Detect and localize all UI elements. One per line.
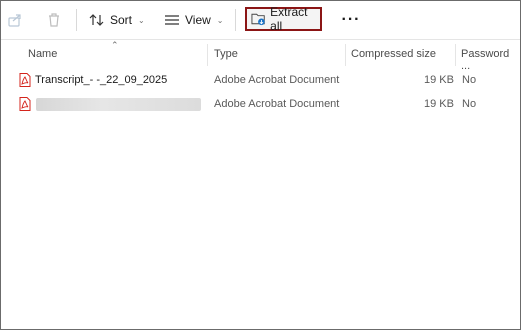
sort-icon [89,14,104,26]
view-icon [165,15,179,25]
toolbar-separator [235,9,236,31]
view-label: View [185,13,211,27]
chevron-down-icon: ⌄ [138,15,145,25]
file-password: No [462,74,477,86]
file-name: Transcript_- -_22_09_2025 [35,74,168,86]
extract-folder-icon [251,13,265,26]
more-icon: ··· [341,11,361,28]
column-type[interactable]: Type [214,48,238,60]
redacted-file-name [36,98,201,111]
file-type: Adobe Acrobat Document [214,74,340,86]
file-size: 19 KB [424,98,454,110]
file-password: No [462,98,477,110]
file-type: Adobe Acrobat Document [214,98,340,110]
file-size: 19 KB [424,74,454,86]
pdf-file-icon [19,73,31,87]
more-options-button[interactable]: ··· [341,11,361,29]
explorer-window: Sort ⌄ View ⌄ Extract all ··· ⌃ Name Typ… [0,0,521,330]
pdf-file-icon [19,97,31,111]
sort-ascending-icon: ⌃ [111,40,119,50]
file-row[interactable]: Adobe Acrobat Document 19 KB No [1,94,520,116]
file-row[interactable]: Transcript_- -_22_09_2025 Adobe Acrobat … [1,70,520,92]
extract-all-button[interactable]: Extract all [245,5,322,33]
sort-label: Sort [110,13,133,27]
chevron-down-icon: ⌄ [216,15,224,25]
share-icon[interactable] [5,10,25,30]
sort-button[interactable]: Sort ⌄ [89,9,145,31]
column-password[interactable]: Password ... [461,48,520,72]
view-button[interactable]: View ⌄ [164,9,224,31]
extract-all-label: Extract all [270,5,308,33]
trash-icon[interactable] [44,10,64,30]
toolbar-separator [76,9,77,31]
toolbar: Sort ⌄ View ⌄ Extract all ··· [1,1,520,40]
column-name[interactable]: Name [28,48,57,60]
column-compressed-size[interactable]: Compressed size [351,48,436,60]
column-divider[interactable] [207,44,208,66]
column-divider[interactable] [345,44,346,66]
column-header-row: ⌃ Name Type Compressed size Password ... [1,40,520,72]
column-divider[interactable] [455,44,456,66]
